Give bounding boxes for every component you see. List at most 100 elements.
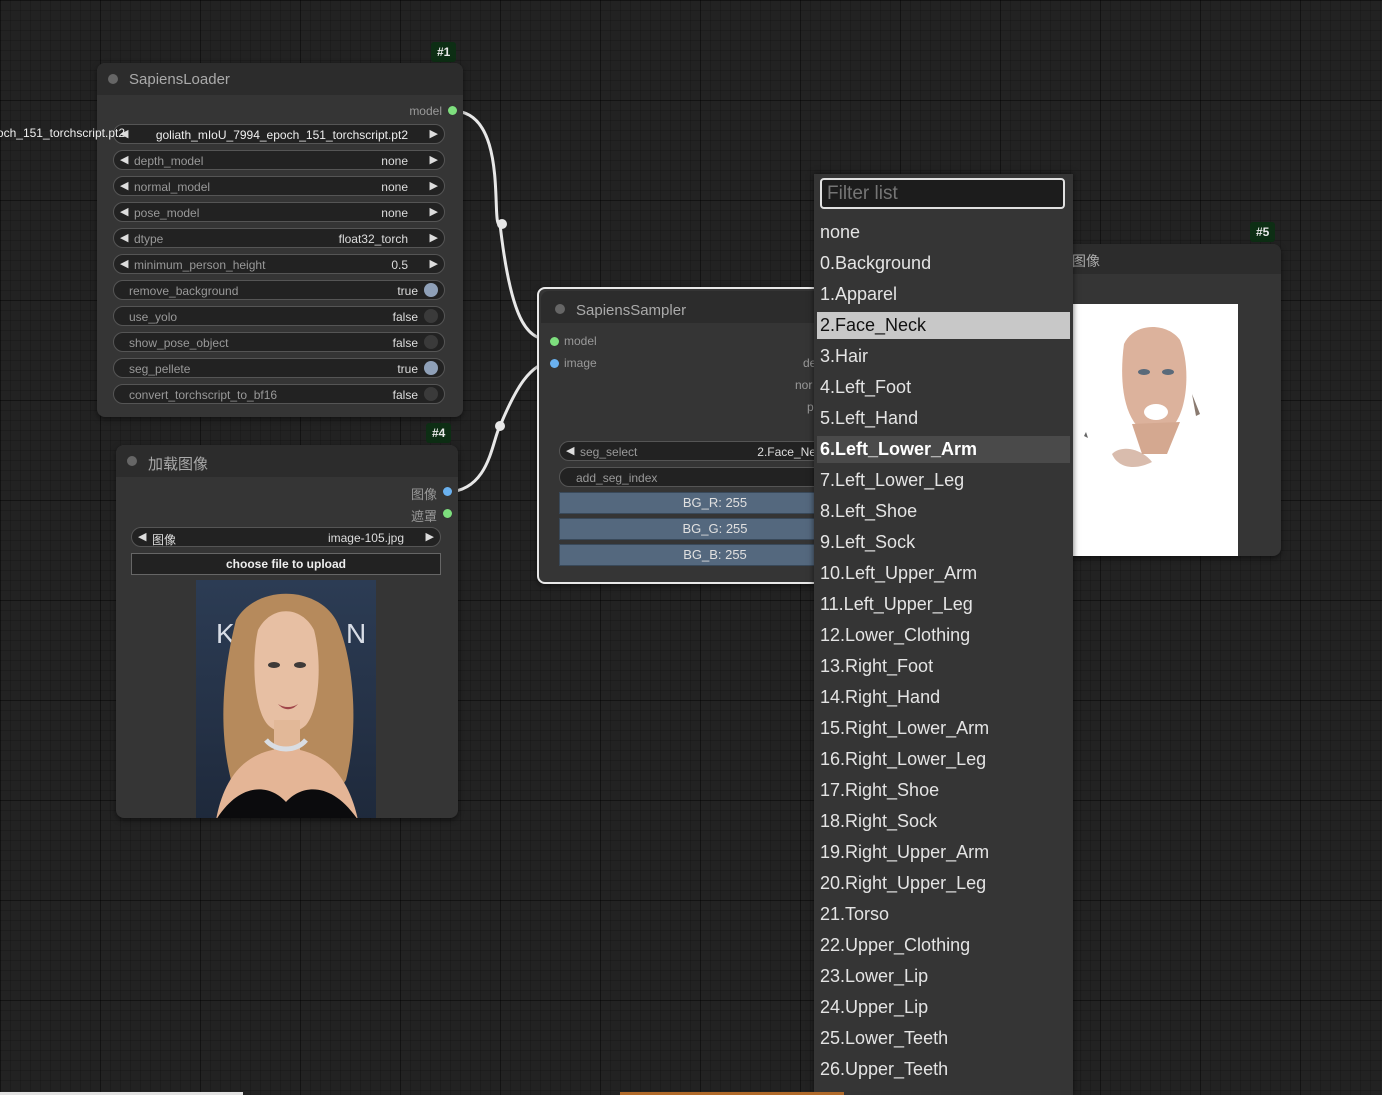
dropdown-option[interactable]: 15.Right_Lower_Arm xyxy=(817,715,1070,742)
left-arrow-icon[interactable]: ◀ xyxy=(120,179,128,192)
dropdown-option[interactable]: 5.Left_Hand xyxy=(817,405,1070,432)
image-combo-label: 图像 xyxy=(152,533,177,547)
combo-dtype[interactable]: ◀ dtype float32_torch ▶ xyxy=(113,228,445,248)
output-image-slot[interactable] xyxy=(443,487,452,496)
filter-list-input[interactable] xyxy=(820,178,1065,209)
upload-button[interactable]: choose file to upload xyxy=(131,553,441,575)
toggle-convert-torchscript-to-bf16[interactable]: convert_torchscript_to_bf16 false xyxy=(113,384,445,404)
toggle-use-yolo[interactable]: use_yolo false xyxy=(113,306,445,326)
toggle-knob-icon[interactable] xyxy=(424,361,438,375)
left-arrow-icon[interactable]: ◀ xyxy=(138,530,146,543)
widget-label: convert_torchscript_to_bf16 xyxy=(129,388,278,402)
left-arrow-icon[interactable]: ◀ xyxy=(120,231,128,244)
dropdown-option[interactable]: 19.Right_Upper_Arm xyxy=(817,839,1070,866)
dropdown-option[interactable]: 8.Left_Shoe xyxy=(817,498,1070,525)
dropdown-option[interactable]: none xyxy=(817,219,1070,246)
output-image-label: 图像 xyxy=(410,487,437,502)
node-title: 加载图像 xyxy=(148,456,209,473)
dropdown-option[interactable]: 16.Right_Lower_Leg xyxy=(817,746,1070,773)
dropdown-option[interactable]: 13.Right_Foot xyxy=(817,653,1070,680)
node-title-bar[interactable]: SapiensSampler xyxy=(541,291,833,323)
input-image-label: image xyxy=(564,356,597,370)
toggle-show-pose-object[interactable]: show_pose_object false xyxy=(113,332,445,352)
widget-value: none xyxy=(381,180,408,194)
sapiens-sampler-node[interactable]: SapiensSampler model image de nor p ◀ se… xyxy=(537,287,871,584)
dropdown-option[interactable]: 26.Upper_Teeth xyxy=(817,1056,1070,1083)
preview-image-node[interactable]: 图像 xyxy=(1060,244,1281,556)
node-id-badge: #5 xyxy=(1250,222,1276,242)
image-preview: K N xyxy=(196,580,376,818)
dropdown-option[interactable]: 14.Right_Hand xyxy=(817,684,1070,711)
dropdown-option[interactable]: 22.Upper_Clothing xyxy=(817,932,1070,959)
widget-label: normal_model xyxy=(134,180,211,194)
dropdown-option[interactable]: 24.Upper_Lip xyxy=(817,994,1070,1021)
input-image-slot[interactable] xyxy=(550,359,559,368)
seg-select-combo[interactable]: ◀ seg_select 2.Face_Ne xyxy=(559,441,839,461)
add-seg-index-label: add_seg_index xyxy=(576,471,658,485)
dropdown-option[interactable]: 18.Right_Sock xyxy=(817,808,1070,835)
right-arrow-icon[interactable]: ▶ xyxy=(430,205,438,218)
dropdown-option[interactable]: 1.Apparel xyxy=(817,281,1070,308)
left-arrow-icon[interactable]: ◀ xyxy=(566,444,574,457)
dropdown-option[interactable]: 3.Hair xyxy=(817,343,1070,370)
dropdown-option[interactable]: 6.Left_Lower_Arm xyxy=(817,436,1070,463)
widget-label: dtype xyxy=(134,232,164,246)
seg-model-combo[interactable]: ◀ goliath_mIoU_7994_epoch_151_torchscrip… xyxy=(113,124,445,144)
right-arrow-icon[interactable]: ▶ xyxy=(430,257,438,270)
dropdown-option[interactable]: 20.Right_Upper_Leg xyxy=(817,870,1070,897)
dropdown-option[interactable]: 9.Left_Sock xyxy=(817,529,1070,556)
dropdown-option[interactable]: 2.Face_Neck xyxy=(817,312,1070,339)
widget-value: 0.5 xyxy=(391,258,408,272)
toggle-knob-icon[interactable] xyxy=(424,283,438,297)
dropdown-option[interactable]: 11.Left_Upper_Leg xyxy=(817,591,1070,618)
collapse-dot-icon[interactable] xyxy=(555,304,565,314)
right-arrow-icon[interactable]: ▶ xyxy=(430,127,438,140)
widget-value: float32_torch xyxy=(338,232,408,246)
toggle-seg-pellete[interactable]: seg_pellete true xyxy=(113,358,445,378)
node-title-bar[interactable]: 加载图像 xyxy=(116,445,458,477)
left-arrow-icon[interactable]: ◀ xyxy=(120,153,128,166)
load-image-node[interactable]: 加载图像 图像 遮罩 ◀ 图像 image-105.jpg ▶ choose f… xyxy=(116,445,458,818)
dropdown-option[interactable]: 25.Lower_Teeth xyxy=(817,1025,1070,1052)
node-id-badge: #4 xyxy=(426,423,452,443)
dropdown-option[interactable]: 21.Torso xyxy=(817,901,1070,928)
widget-value: none xyxy=(381,154,408,168)
widget-label: depth_model xyxy=(134,154,204,168)
combo-minimum-person-height[interactable]: ◀ minimum_person_height 0.5 ▶ xyxy=(113,254,445,274)
add-seg-index-input[interactable]: add_seg_index xyxy=(559,467,839,487)
collapse-dot-icon[interactable] xyxy=(127,456,137,466)
combo-depth-model[interactable]: ◀ depth_model none ▶ xyxy=(113,150,445,170)
output-mask-slot[interactable] xyxy=(443,509,452,518)
dropdown-option[interactable]: 17.Right_Shoe xyxy=(817,777,1070,804)
node-title-bar[interactable]: SapiensLoader xyxy=(97,63,463,95)
left-arrow-icon[interactable]: ◀ xyxy=(120,205,128,218)
toggle-knob-icon[interactable] xyxy=(424,387,438,401)
dropdown-option[interactable]: 23.Lower_Lip xyxy=(817,963,1070,990)
seg-select-label: seg_select xyxy=(580,445,638,459)
left-arrow-icon[interactable]: ◀ xyxy=(120,257,128,270)
image-combo[interactable]: ◀ 图像 image-105.jpg ▶ xyxy=(131,527,441,547)
right-arrow-icon[interactable]: ▶ xyxy=(430,153,438,166)
input-model-slot[interactable] xyxy=(550,337,559,346)
right-arrow-icon[interactable]: ▶ xyxy=(426,530,434,543)
right-arrow-icon[interactable]: ▶ xyxy=(430,231,438,244)
combo-normal-model[interactable]: ◀ normal_model none ▶ xyxy=(113,176,445,196)
toggle-knob-icon[interactable] xyxy=(424,335,438,349)
collapse-dot-icon[interactable] xyxy=(108,74,118,84)
dropdown-option[interactable]: 4.Left_Foot xyxy=(817,374,1070,401)
right-arrow-icon[interactable]: ▶ xyxy=(430,179,438,192)
toggle-remove-background[interactable]: remove_background true xyxy=(113,280,445,300)
image-combo-value: image-105.jpg xyxy=(327,531,404,545)
combo-pose-model[interactable]: ◀ pose_model none ▶ xyxy=(113,202,445,222)
widget-value: true xyxy=(397,362,418,376)
toggle-knob-icon[interactable] xyxy=(424,309,438,323)
node-title: SapiensSampler xyxy=(576,302,687,319)
output-model-slot[interactable] xyxy=(448,106,457,115)
dropdown-option[interactable]: 12.Lower_Clothing xyxy=(817,622,1070,649)
dropdown-option[interactable]: 0.Background xyxy=(817,250,1070,277)
seg-select-dropdown[interactable]: none 0.Background 1.Apparel 2.Face_Neck 3.Ha… xyxy=(814,174,1073,1095)
node-title-bar[interactable]: 图像 xyxy=(1060,244,1281,274)
dropdown-option[interactable]: 10.Left_Upper_Arm xyxy=(817,560,1070,587)
image-link-midpoint xyxy=(495,421,505,431)
dropdown-option[interactable]: 7.Left_Lower_Leg xyxy=(817,467,1070,494)
